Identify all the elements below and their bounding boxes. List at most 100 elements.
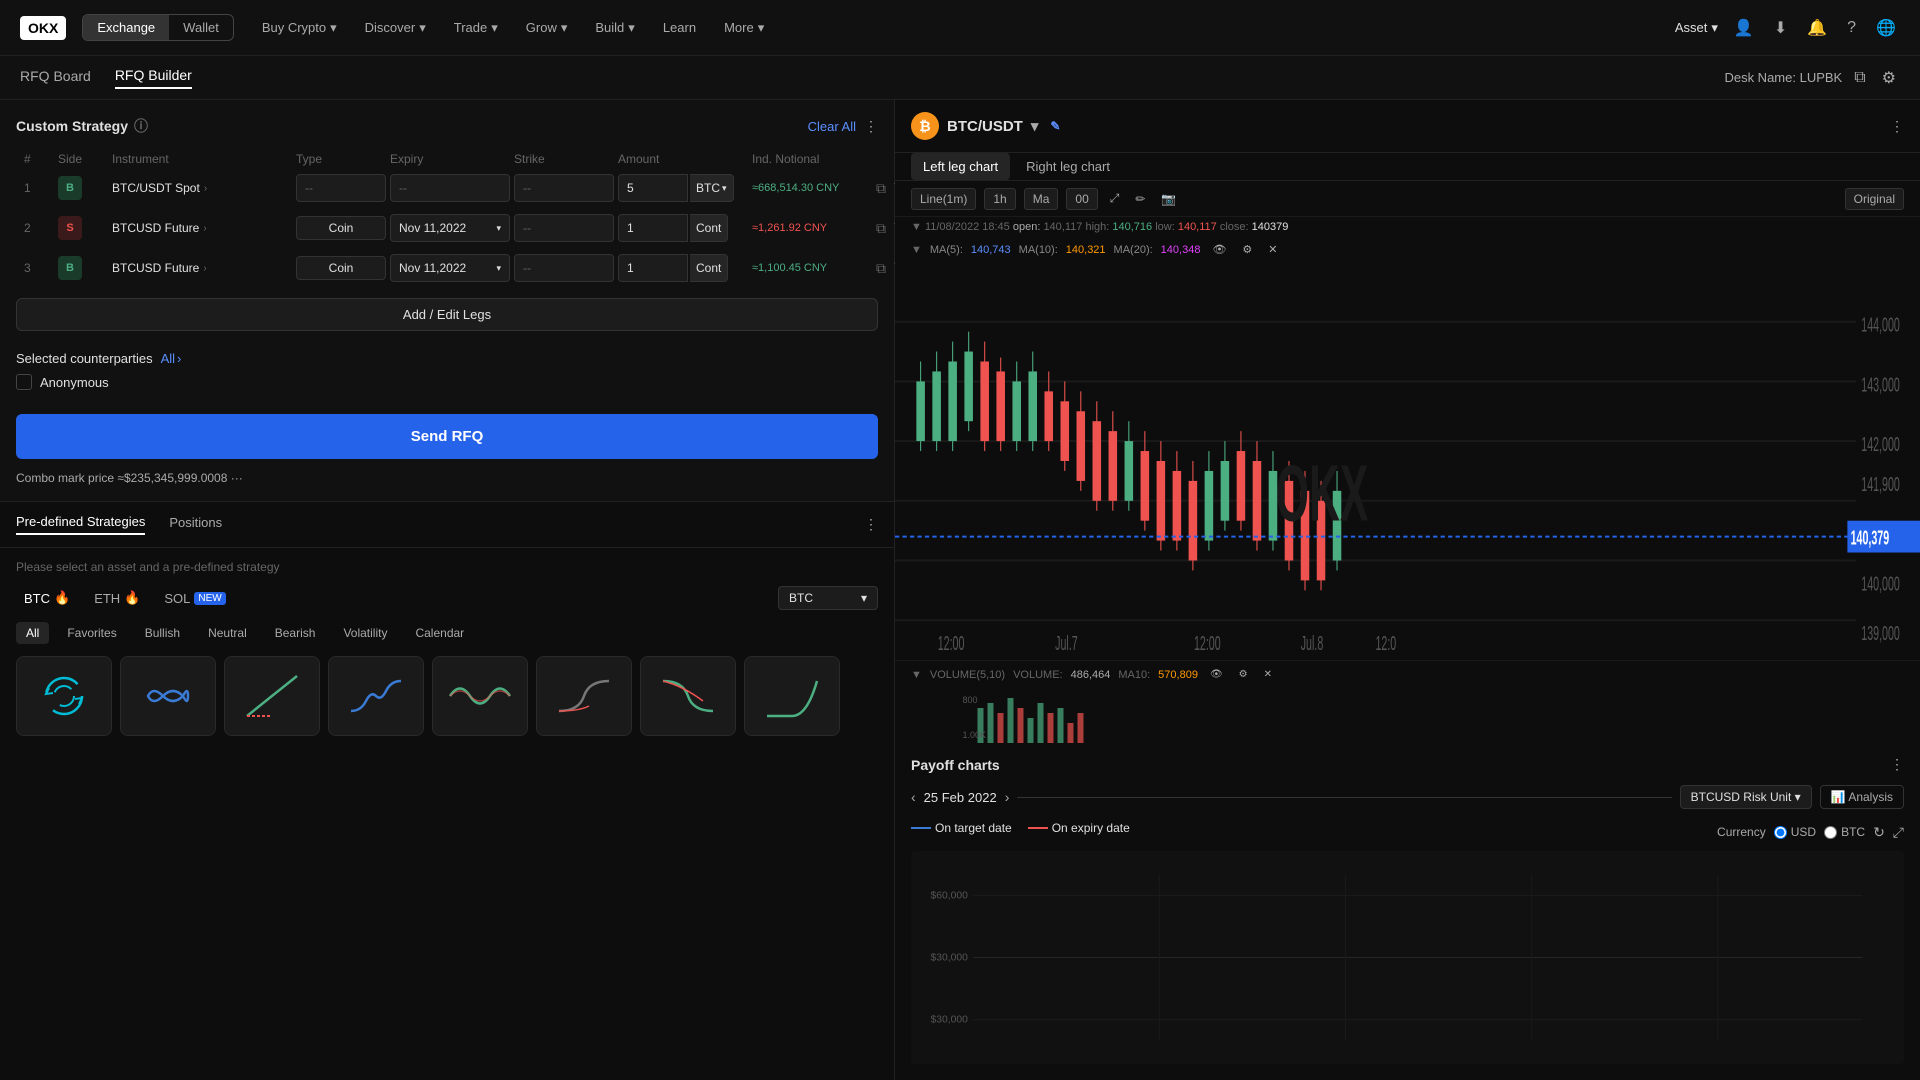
expand-icon[interactable]: ⤢ <box>1106 187 1124 210</box>
next-date-button[interactable]: › <box>1005 789 1010 805</box>
screenshot-icon[interactable]: 📷 <box>1157 188 1180 210</box>
globe-icon[interactable]: 🌐 <box>1872 14 1900 42</box>
chevron-down-icon[interactable]: ▾ <box>1031 117 1039 135</box>
filter-bullish[interactable]: Bullish <box>135 622 190 644</box>
expand-button[interactable]: ⤢ <box>1893 824 1904 841</box>
close-icon[interactable]: ✕ <box>1264 239 1281 260</box>
refresh-button[interactable]: ↻ <box>1873 824 1885 841</box>
discover-link[interactable]: Discover ▾ <box>353 14 438 42</box>
filter-calendar[interactable]: Calendar <box>405 622 474 644</box>
usd-radio-label[interactable]: USD <box>1774 825 1816 839</box>
settings-icon[interactable]: ⚙ <box>1238 239 1256 260</box>
eth-asset-tab[interactable]: ETH 🔥 <box>86 586 148 610</box>
trade-link[interactable]: Trade ▾ <box>442 14 510 42</box>
filter-volatility[interactable]: Volatility <box>333 622 397 644</box>
buy-crypto-link[interactable]: Buy Crypto ▾ <box>250 14 349 42</box>
interval-button[interactable]: 1h <box>984 188 1015 210</box>
strategy-card-1[interactable] <box>16 656 112 736</box>
type-input-1[interactable] <box>296 174 386 202</box>
more-options-icon[interactable]: ⋮ <box>864 516 878 533</box>
exchange-button[interactable]: Exchange <box>83 15 169 40</box>
strategy-card-7[interactable] <box>640 656 736 736</box>
expiry-select-2[interactable]: Nov 11,2022 ▾ <box>390 214 510 242</box>
strategy-card-8[interactable] <box>744 656 840 736</box>
expiry-input-1[interactable] <box>390 174 510 202</box>
strategy-card-4[interactable] <box>328 656 424 736</box>
download-icon[interactable]: ⬇ <box>1770 14 1791 42</box>
edit-icon[interactable]: ✎ <box>1050 119 1060 133</box>
type-badge-3[interactable]: Coin <box>296 256 386 280</box>
bell-icon[interactable]: 🔔 <box>1803 14 1831 42</box>
instrument-cell[interactable]: BTC/USDT Spot › <box>112 181 292 195</box>
instrument-cell[interactable]: BTCUSD Future › <box>112 221 292 235</box>
add-edit-legs-button[interactable]: Add / Edit Legs <box>16 298 878 331</box>
amount-input-3[interactable] <box>618 254 688 282</box>
more-options-icon[interactable]: ⋮ <box>864 118 878 135</box>
all-counterparties-link[interactable]: All › <box>161 351 182 366</box>
prev-date-button[interactable]: ‹ <box>911 789 916 805</box>
strike-input-2[interactable] <box>514 214 614 242</box>
svg-text:140,379: 140,379 <box>1851 528 1890 549</box>
wallet-button[interactable]: Wallet <box>169 15 233 40</box>
btc-select-dropdown[interactable]: BTC ▾ <box>778 586 878 610</box>
strike-input-1[interactable] <box>514 174 614 202</box>
digit-button[interactable]: 00 <box>1066 188 1097 210</box>
filter-favorites[interactable]: Favorites <box>57 622 126 644</box>
build-link[interactable]: Build ▾ <box>583 14 646 42</box>
positions-tab[interactable]: Positions <box>169 515 222 534</box>
sol-asset-tab[interactable]: SOL NEW <box>156 587 233 610</box>
more-link[interactable]: More ▾ <box>712 14 776 42</box>
amount-unit-1[interactable]: BTC ▾ <box>690 174 734 202</box>
left-leg-chart-tab[interactable]: Left leg chart <box>911 153 1010 180</box>
analysis-button[interactable]: 📊 Analysis <box>1820 785 1904 809</box>
strike-input-3[interactable] <box>514 254 614 282</box>
asset-button[interactable]: Asset ▾ <box>1675 20 1718 36</box>
help-icon[interactable]: ? <box>1843 15 1860 41</box>
expiry-select-3[interactable]: Nov 11,2022 ▾ <box>390 254 510 282</box>
rfq-builder-tab[interactable]: RFQ Builder <box>115 67 192 89</box>
strategy-card-5[interactable] <box>432 656 528 736</box>
filter-bearish[interactable]: Bearish <box>265 622 326 644</box>
chart-type-button[interactable]: Ma <box>1024 188 1059 210</box>
timeframe-button[interactable]: Line(1m) <box>911 188 976 210</box>
predefined-strategies-tab[interactable]: Pre-defined Strategies <box>16 514 145 535</box>
eye-icon[interactable]: 👁 <box>1206 665 1227 684</box>
copy-row-button[interactable]: ⧉ <box>876 220 886 237</box>
original-button[interactable]: Original <box>1845 188 1904 210</box>
combo-mark-price: Combo mark price ≈$235,345,999.0008 ··· <box>16 471 878 485</box>
filter-neutral[interactable]: Neutral <box>198 622 257 644</box>
strategy-card-6[interactable] <box>536 656 632 736</box>
filter-all[interactable]: All <box>16 622 49 644</box>
draw-icon[interactable]: ✏ <box>1131 188 1149 210</box>
btc-radio-label[interactable]: BTC <box>1824 825 1865 839</box>
learn-link[interactable]: Learn <box>651 14 708 42</box>
right-leg-chart-tab[interactable]: Right leg chart <box>1014 153 1122 180</box>
settings-icon[interactable]: ⚙ <box>1878 64 1900 92</box>
more-chart-options-icon[interactable]: ⋮ <box>1890 118 1904 135</box>
grow-link[interactable]: Grow ▾ <box>514 14 580 42</box>
strategy-card-2[interactable] <box>120 656 216 736</box>
send-rfq-button[interactable]: Send RFQ <box>16 414 878 459</box>
amount-input-1[interactable] <box>618 174 688 202</box>
amount-input-2[interactable] <box>618 214 688 242</box>
volume-section: ▼ VOLUME(5,10) VOLUME: 486,464 MA10: 570… <box>895 660 1920 740</box>
btc-asset-tab[interactable]: BTC 🔥 <box>16 586 78 610</box>
strategy-card-3[interactable] <box>224 656 320 736</box>
close-icon[interactable]: ✕ <box>1260 665 1276 684</box>
more-payoff-options-icon[interactable]: ⋮ <box>1890 756 1904 773</box>
btc-radio[interactable] <box>1824 826 1837 839</box>
copy-icon[interactable]: ⧉ <box>1850 65 1869 91</box>
eye-icon[interactable]: 👁 <box>1208 239 1230 260</box>
copy-row-button[interactable]: ⧉ <box>876 180 886 197</box>
usd-radio[interactable] <box>1774 826 1787 839</box>
exchange-wallet-toggle[interactable]: Exchange Wallet <box>82 14 233 41</box>
copy-row-button[interactable]: ⧉ <box>876 260 886 277</box>
clear-all-button[interactable]: Clear All <box>808 119 856 134</box>
profile-icon[interactable]: 👤 <box>1730 14 1758 42</box>
type-badge-2[interactable]: Coin <box>296 216 386 240</box>
rfq-board-tab[interactable]: RFQ Board <box>20 68 91 88</box>
anonymous-checkbox[interactable] <box>16 374 32 390</box>
risk-unit-dropdown[interactable]: BTCUSD Risk Unit ▾ <box>1680 785 1812 809</box>
settings-icon[interactable]: ⚙ <box>1235 665 1252 684</box>
instrument-cell[interactable]: BTCUSD Future › <box>112 261 292 275</box>
